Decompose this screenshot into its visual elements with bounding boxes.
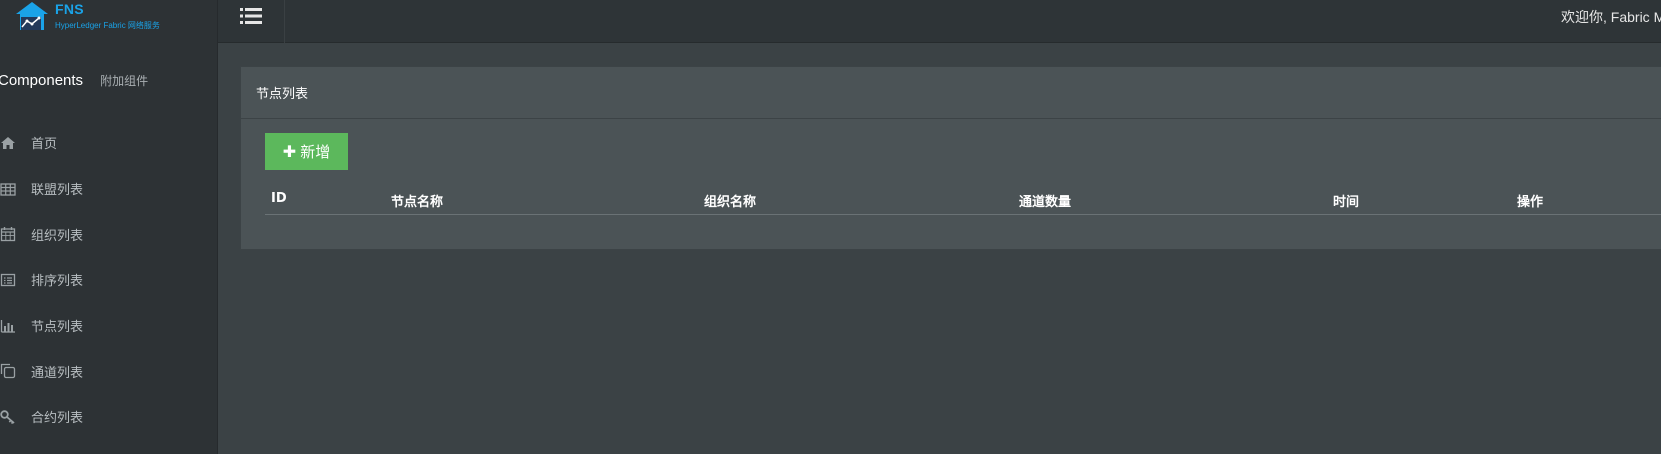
sidebar-item-alliances[interactable]: 联盟列表: [0, 166, 218, 212]
logo[interactable]: FNS HyperLedger Fabric 网络服务: [12, 0, 212, 40]
table-icon: [0, 182, 16, 196]
sidebar-item-contracts[interactable]: 合约列表: [0, 394, 218, 440]
add-node-button[interactable]: ✚ 新增: [265, 133, 348, 170]
panel-title: 节点列表: [256, 87, 309, 102]
column-header-channel-count[interactable]: 通道数量: [1019, 191, 1071, 210]
home-icon: [1, 136, 15, 149]
list-icon: [240, 8, 262, 24]
top-bar: 欢迎你, Fabric M: [218, 0, 1661, 43]
sidebar-item-label: 通道列表: [31, 365, 84, 381]
logo-name: FNS: [55, 1, 84, 17]
logo-subtitle: HyperLedger Fabric 网络服务: [55, 21, 160, 30]
menu-header-title: Components: [0, 72, 84, 89]
column-header-node-name[interactable]: 节点名称: [391, 191, 443, 210]
sidebar-item-label: 联盟列表: [31, 183, 84, 199]
menu-header: Components 附加组件: [0, 70, 148, 90]
node-table-header: ID 节点名称 组织名称 通道数量 时间 操作: [265, 179, 1661, 215]
sidebar-item-label: 组织列表: [31, 228, 84, 244]
sidebar-item-label: 节点列表: [31, 320, 84, 336]
sidebar-item-label: 排序列表: [31, 274, 84, 290]
plus-icon: ✚: [282, 141, 297, 161]
node-list-panel: 节点列表 ✚ 新增 ID 节点名称 组织名称 通道数量 时间 操作: [240, 66, 1661, 250]
sidebar-item-orderers[interactable]: 排序列表: [0, 257, 218, 303]
sidebar-toggle-button[interactable]: [218, 0, 285, 43]
calendar-icon: [0, 227, 16, 242]
column-header-actions[interactable]: 操作: [1517, 191, 1543, 210]
column-header-org-name[interactable]: 组织名称: [704, 191, 756, 210]
menu-header-subtitle: 附加组件: [100, 74, 149, 88]
sidebar-nav: 首页 联盟列表 组织列表 排序列表 节点列表 通道列表 合约列表: [0, 120, 218, 440]
sidebar-item-channels[interactable]: 通道列表: [0, 348, 218, 394]
panel-heading: 节点列表: [241, 67, 1661, 119]
app-window: FNS HyperLedger Fabric 网络服务 Components 附…: [0, 0, 1661, 454]
sidebar-item-label: 合约列表: [31, 411, 84, 427]
bar-chart-icon: [0, 319, 15, 333]
list-alt-icon: [0, 273, 16, 287]
user-welcome-menu[interactable]: 欢迎你, Fabric M: [1561, 7, 1661, 27]
column-header-id[interactable]: ID: [271, 191, 287, 206]
sidebar: FNS HyperLedger Fabric 网络服务 Components 附…: [0, 0, 218, 454]
copy-icon: [0, 364, 16, 379]
column-header-time[interactable]: 时间: [1333, 191, 1359, 210]
add-button-label: 新增: [300, 143, 331, 161]
key-icon: [0, 410, 15, 425]
sidebar-item-nodes[interactable]: 节点列表: [0, 303, 218, 349]
sidebar-item-organizations[interactable]: 组织列表: [0, 211, 218, 257]
sidebar-item-home[interactable]: 首页: [0, 120, 218, 166]
sidebar-item-label: 首页: [31, 137, 58, 153]
logo-house-icon: [16, 2, 48, 30]
